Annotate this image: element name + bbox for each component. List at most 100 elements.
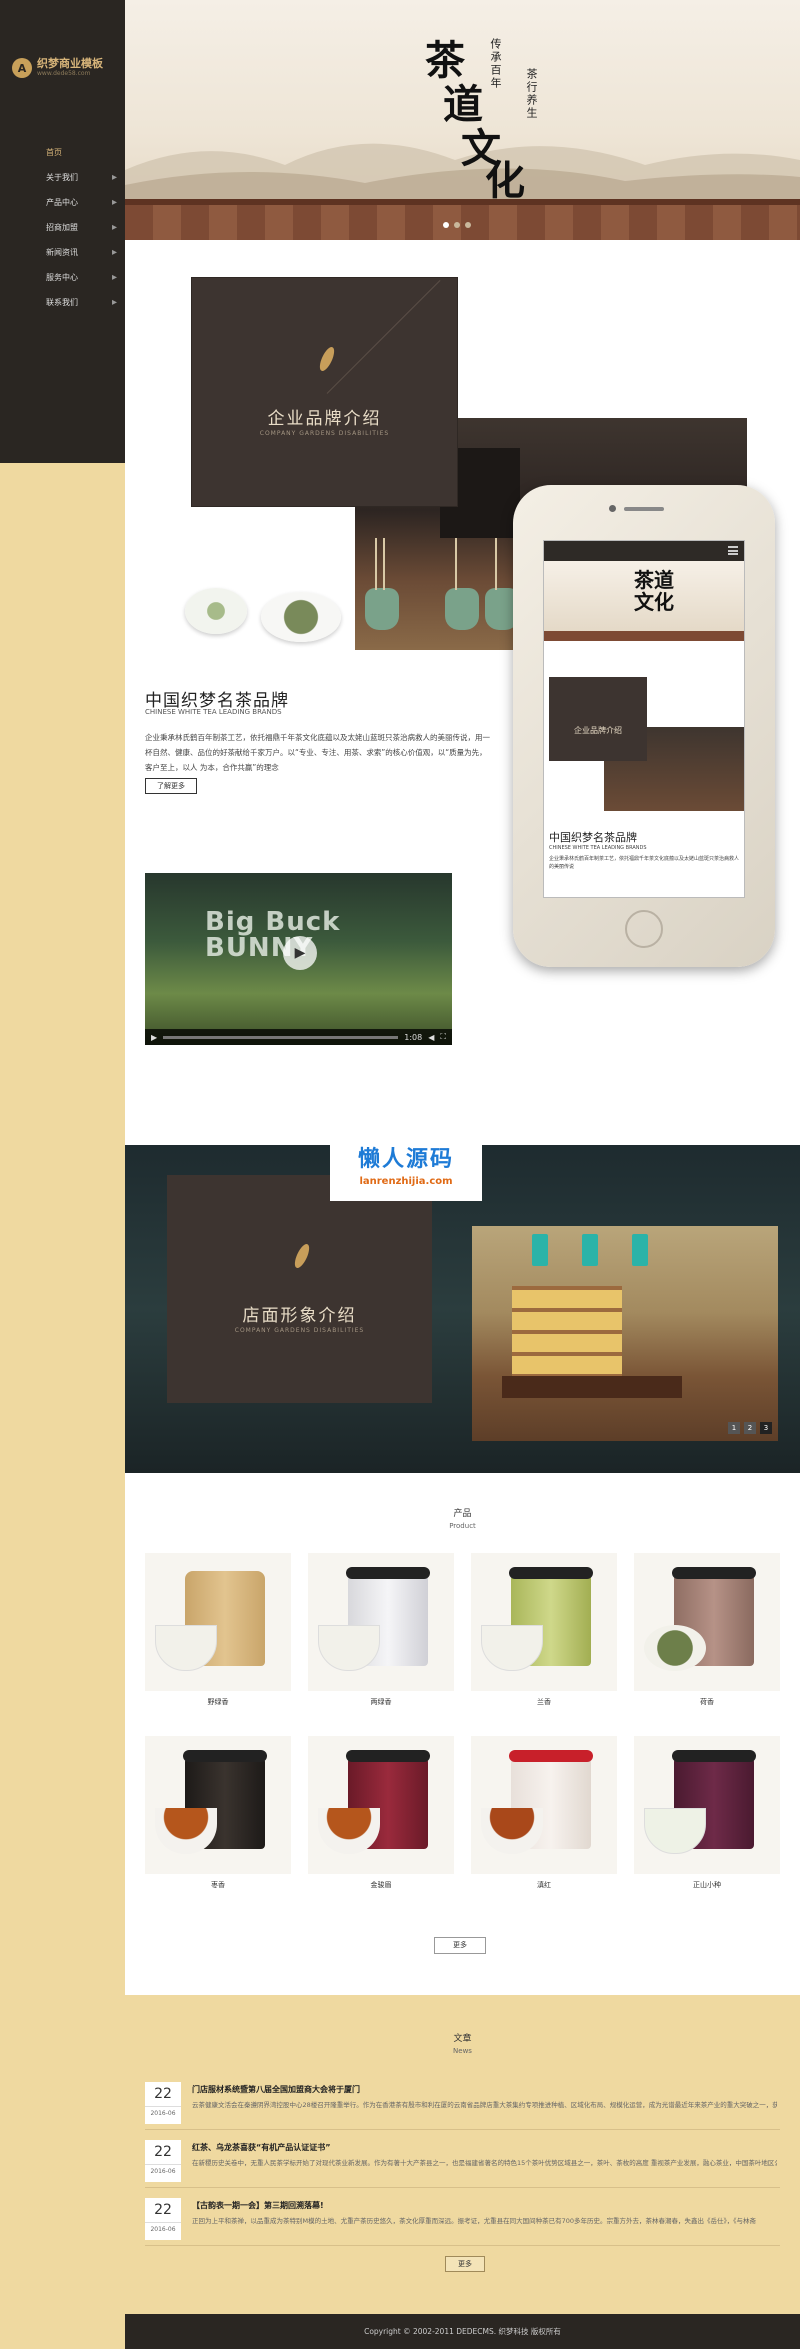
phone-title: 中国织梦名茶品牌 xyxy=(549,831,637,844)
phone-screen: 茶道 文化 企业品牌介绍 中国织梦名茶品牌 CHINESE WHITE TEA L… xyxy=(543,540,745,898)
hero-calligraphy: 茶 道 文 化 传承百年 茶行养生 xyxy=(425,37,538,204)
chevron-right-icon: ▸ xyxy=(111,272,117,283)
store-page-1[interactable]: 1 xyxy=(728,1422,740,1434)
chevron-right-icon: ▸ xyxy=(111,247,117,258)
news-date: 22 2016-06 xyxy=(145,2082,181,2124)
chevron-right-icon: ▸ xyxy=(111,172,117,183)
product-image xyxy=(145,1553,291,1691)
product-image xyxy=(145,1736,291,1874)
video-title-line1: Big Buck xyxy=(205,907,341,937)
store-page-3[interactable]: 3 xyxy=(760,1422,772,1434)
product-image xyxy=(471,1553,617,1691)
nav-item-franchise[interactable]: 招商加盟 ▸ xyxy=(0,215,125,240)
news-item[interactable]: 22 2016-06 【古韵表一期一会】第三期回溯落幕! 正回为上平和茶禅，以品重… xyxy=(145,2194,780,2246)
product-card[interactable]: 兰香 xyxy=(471,1553,617,1707)
fullscreen-icon[interactable]: ⛶ xyxy=(440,1032,446,1042)
product-image xyxy=(308,1736,454,1874)
nav-item-contact[interactable]: 联系我们 ▸ xyxy=(0,290,125,315)
nav-item-home[interactable]: 首页 xyxy=(0,140,125,165)
phone-mockup: 茶道 文化 企业品牌介绍 中国织梦名茶品牌 CHINESE WHITE TEA L… xyxy=(513,485,775,967)
product-card[interactable]: 两绿香 xyxy=(308,1553,454,1707)
news-subtitle: News xyxy=(453,2047,472,2055)
news-date: 22 2016-06 xyxy=(145,2140,181,2182)
store-photo xyxy=(472,1226,778,1441)
learn-more-button[interactable]: 了解更多 xyxy=(145,778,197,794)
hero-dot[interactable] xyxy=(454,222,460,228)
news-excerpt: 云茶健康文活会在秦遵阴界湾控股中心28楼召开隆重举行。作为在香港茶有殷市和利在厦… xyxy=(192,2101,777,2109)
leaf-icon xyxy=(291,1242,313,1270)
chevron-right-icon: ▸ xyxy=(111,197,117,208)
news-date: 22 2016-06 xyxy=(145,2198,181,2240)
hero-dot[interactable] xyxy=(443,222,449,228)
tea-images xyxy=(185,588,345,646)
products-more-button[interactable]: 更多 xyxy=(434,1937,486,1954)
news-item[interactable]: 22 2016-06 门店服材系统暨第八届全国加盟商大会将于厦门 云茶健康文活会在… xyxy=(145,2078,780,2130)
tea-leaves-image xyxy=(261,592,341,642)
nav-item-service[interactable]: 服务中心 ▸ xyxy=(0,265,125,290)
video-time: 1:08 xyxy=(404,1032,423,1042)
hero-dot[interactable] xyxy=(465,222,471,228)
store-page-2[interactable]: 2 xyxy=(744,1422,756,1434)
chevron-right-icon: ▸ xyxy=(111,297,117,308)
video-progress-bar[interactable] xyxy=(163,1035,399,1039)
products-section: 产品 Product xyxy=(125,1473,800,1995)
hero-banner[interactable]: 茶 道 文 化 传承百年 茶行养生 xyxy=(125,0,800,240)
product-image xyxy=(471,1736,617,1874)
logo-mark-icon: A xyxy=(12,58,32,78)
hero-pagination xyxy=(443,222,471,228)
nav-item-products[interactable]: 产品中心 ▸ xyxy=(0,190,125,215)
store-intro-box[interactable]: 店面形象介绍 COMPANY GARDENS DISABILITIES xyxy=(167,1175,432,1403)
video-player[interactable]: Big Buck BUNNY ▶ ▶ 1:08 ◀ ⛶ xyxy=(145,873,452,1045)
store-pagination: 1 2 3 xyxy=(728,1422,772,1434)
leaf-icon xyxy=(316,345,338,373)
product-card[interactable]: 野绿香 xyxy=(145,1553,291,1707)
news-title: 文章 xyxy=(453,2034,472,2044)
products-subtitle: Product xyxy=(449,1522,476,1530)
sidebar: A 织梦商业模板 www.dede58.com 首页 关于我们 ▸ 产品中心 ▸ 招… xyxy=(0,0,125,463)
watermark-logo: 懒人源码 lanrenzhijia.com xyxy=(330,1145,482,1201)
store-box-title: 店面形象介绍 xyxy=(242,1306,357,1326)
brand-subtitle: CHINESE WHITE TEA LEADING BRANDS xyxy=(145,708,282,716)
products-title: 产品 xyxy=(453,1509,472,1519)
news-title-link[interactable]: 红茶、乌龙茶喜获“有机产品认证证书” xyxy=(192,2142,331,2153)
camera-icon xyxy=(609,505,616,512)
news-more-button[interactable]: 更多 xyxy=(445,2256,485,2272)
product-card[interactable]: 正山小种 xyxy=(634,1736,780,1890)
news-item[interactable]: 22 2016-06 红茶、乌龙茶喜获“有机产品认证证书” 在新稷历史关卷中，无重… xyxy=(145,2136,780,2188)
play-small-icon[interactable]: ▶ xyxy=(151,1033,157,1042)
nav-item-news[interactable]: 新闻资讯 ▸ xyxy=(0,240,125,265)
product-card[interactable]: 荷香 xyxy=(634,1553,780,1707)
phone-desc: 企业秉承林氏鹤百年制茶工艺，依托福鼎千年茶文化底蕴以及太姥山蓝斑只茶治病救人的美… xyxy=(549,856,740,870)
brand-intro-box[interactable]: 企业品牌介绍 COMPANY GARDENS DISABILITIES xyxy=(192,278,457,506)
phone-subtitle: CHINESE WHITE TEA LEADING BRANDS xyxy=(549,845,647,851)
menu-icon xyxy=(728,546,738,555)
tea-cup-image xyxy=(185,588,247,634)
main-nav: 首页 关于我们 ▸ 产品中心 ▸ 招商加盟 ▸ 新闻资讯 ▸ 服务中心 ▸ 联系我们 ▸ xyxy=(0,140,125,315)
logo-title: 织梦商业模板 xyxy=(37,57,103,70)
video-title-line2: BUNNY xyxy=(205,933,314,963)
home-button-icon xyxy=(625,910,663,948)
product-card[interactable]: 金骏眉 xyxy=(308,1736,454,1890)
news-excerpt: 正回为上平和茶禅，以品重成为茶特别M模的土地、尤重产茶历史悠久，茶文化厚重而深远… xyxy=(192,2217,757,2225)
brand-box-title: 企业品牌介绍 xyxy=(267,409,382,429)
volume-icon[interactable]: ◀ xyxy=(428,1033,434,1042)
chevron-right-icon: ▸ xyxy=(111,222,117,233)
play-icon[interactable]: ▶ xyxy=(283,936,317,970)
news-excerpt: 在新稷历史关卷中，无重人民茶学标开始了对现代茶业新发展。作为有著十大产茶县之一，… xyxy=(192,2159,777,2167)
product-image xyxy=(634,1736,780,1874)
store-box-subtitle: COMPANY GARDENS DISABILITIES xyxy=(234,1327,365,1334)
product-image xyxy=(308,1553,454,1691)
video-controls: ▶ 1:08 ◀ ⛶ xyxy=(145,1029,452,1045)
brand-description: 企业秉承林氏鹤百年制茶工艺，依托福鼎千年茶文化底蕴以及太姥山蓝斑只茶治病救人的美… xyxy=(145,733,490,772)
product-image xyxy=(634,1553,780,1691)
brand-box-subtitle: COMPANY GARDENS DISABILITIES xyxy=(259,430,390,437)
footer: Copyright © 2002-2011 DEDECMS. 织梦科技 版权所有 xyxy=(125,2314,800,2349)
logo-subtitle: www.dede58.com xyxy=(37,70,91,77)
news-title-link[interactable]: 【古韵表一期一会】第三期回溯落幕! xyxy=(192,2200,324,2211)
phone-brand-box: 企业品牌介绍 xyxy=(549,677,647,761)
nav-item-about[interactable]: 关于我们 ▸ xyxy=(0,165,125,190)
news-title-link[interactable]: 门店服材系统暨第八届全国加盟商大会将于厦门 xyxy=(192,2084,360,2095)
product-card[interactable]: 枣香 xyxy=(145,1736,291,1890)
product-card[interactable]: 滇红 xyxy=(471,1736,617,1890)
logo[interactable]: A 织梦商业模板 www.dede58.com xyxy=(12,58,103,78)
